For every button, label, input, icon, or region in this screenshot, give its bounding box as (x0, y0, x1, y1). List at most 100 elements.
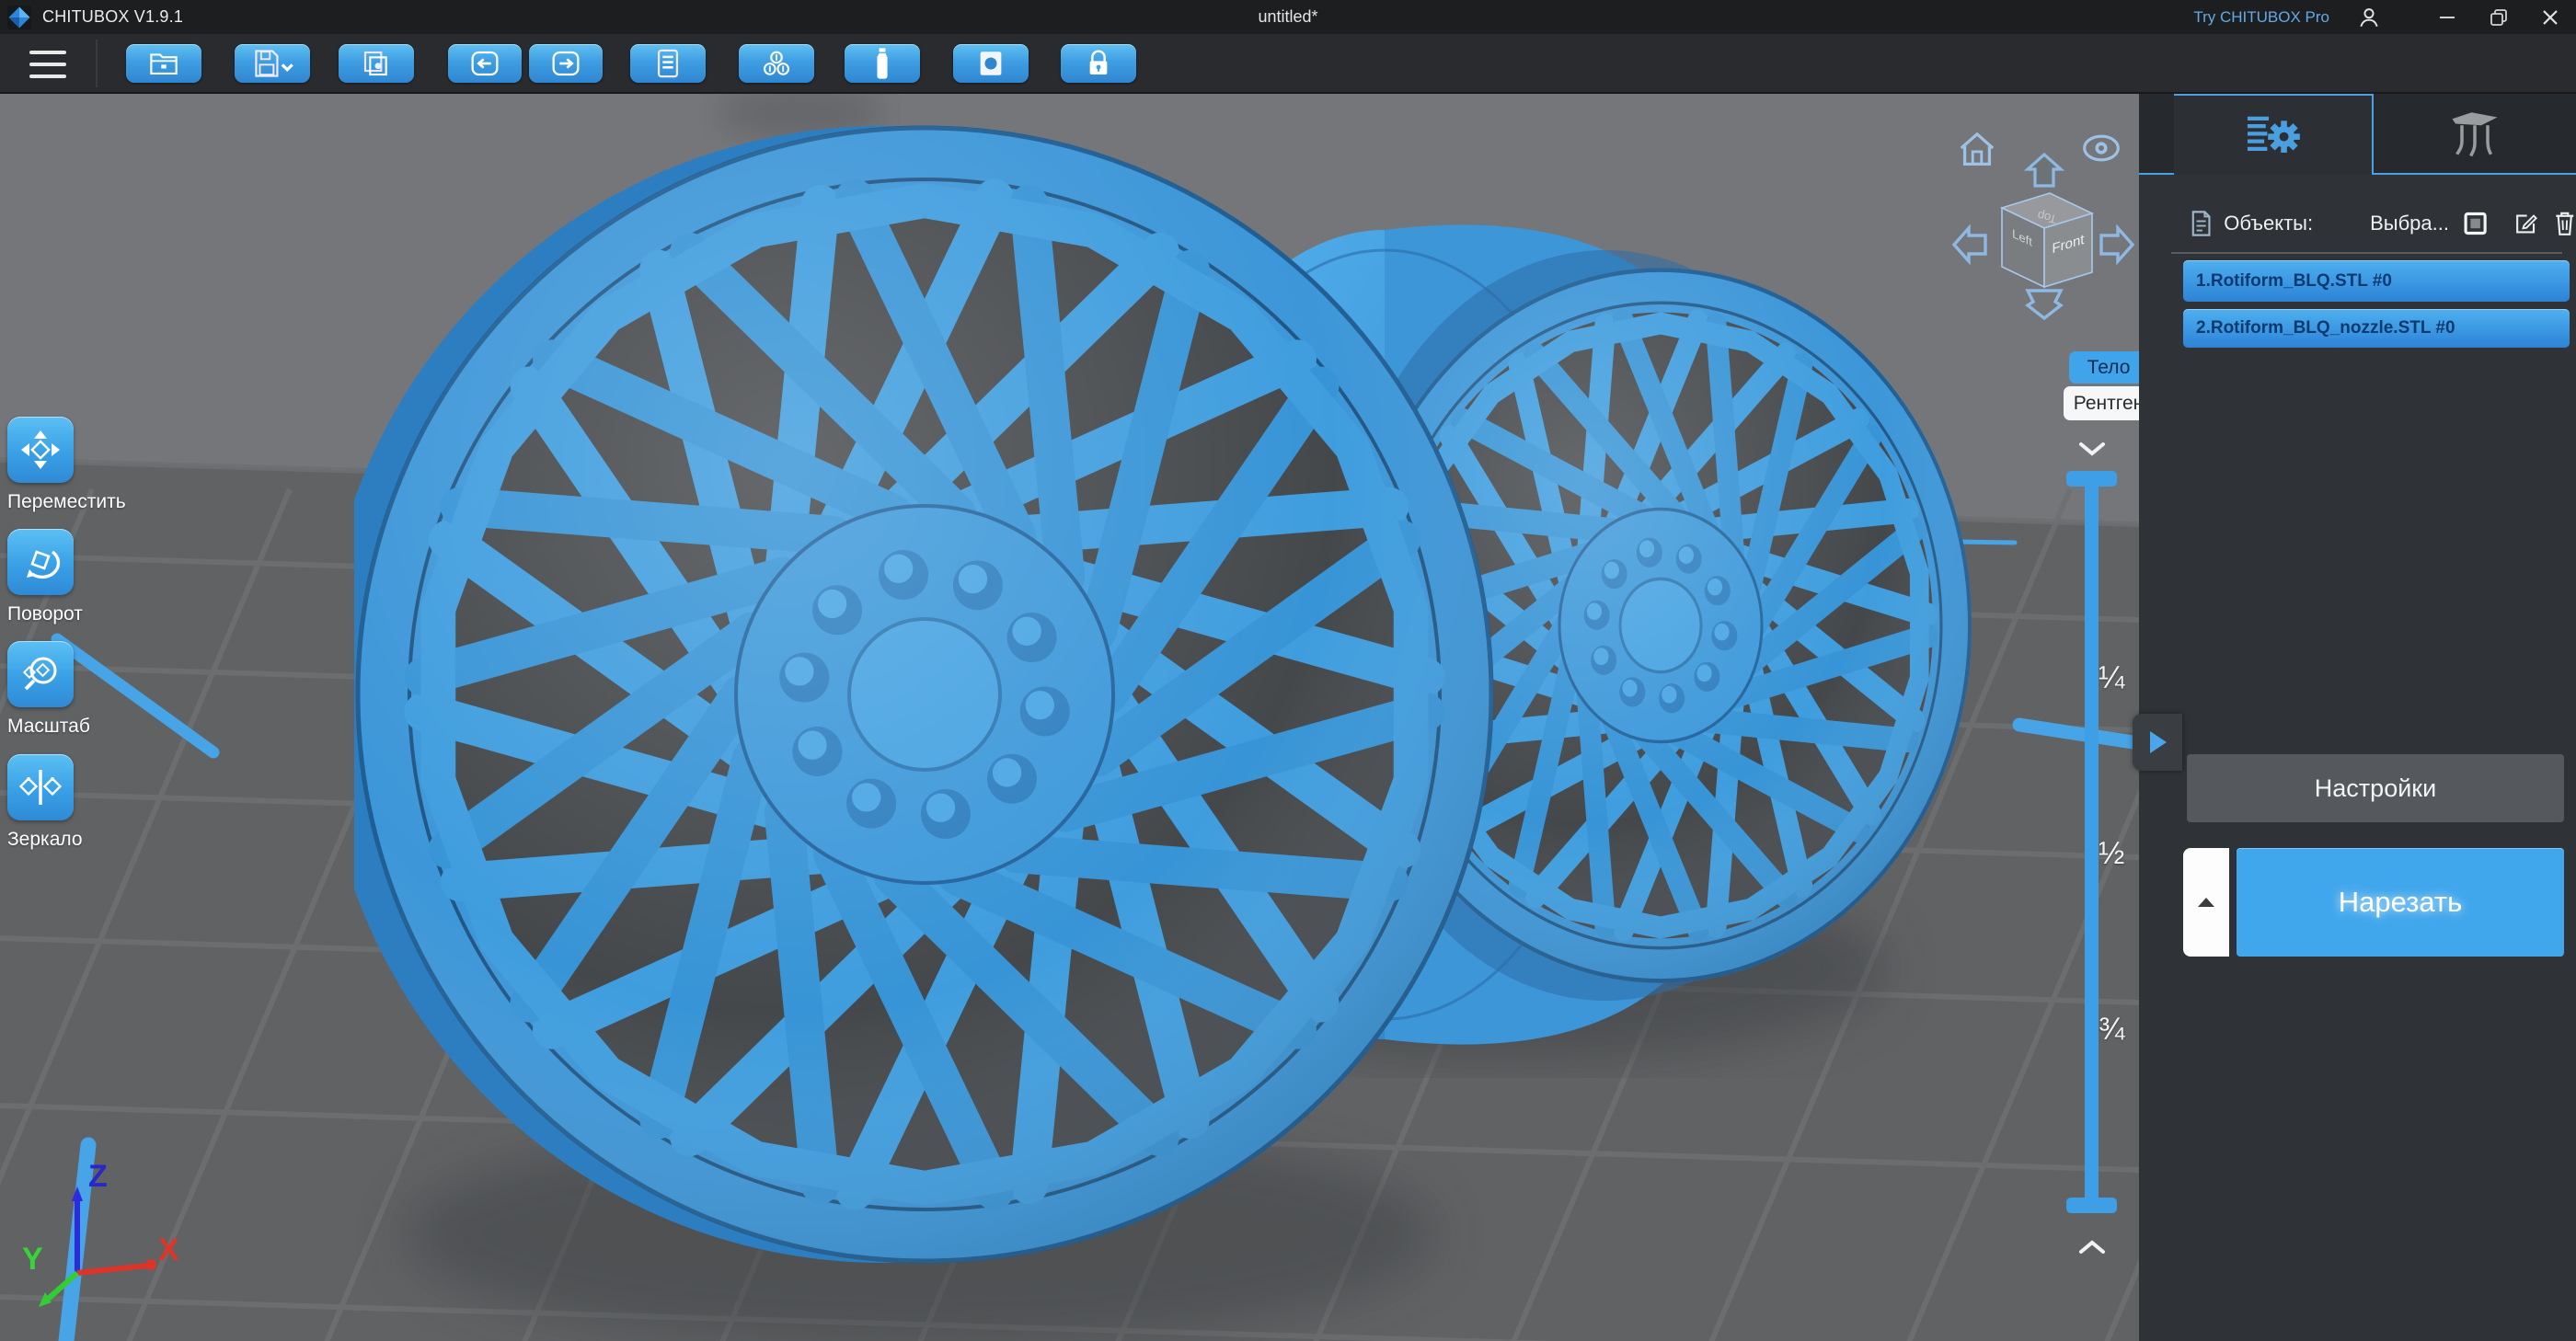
restore-button[interactable] (2473, 0, 2524, 34)
object-name: 2.Rotiform_BLQ_nozzle.STL #0 (2196, 318, 2455, 338)
slider-step-down-button[interactable] (2076, 440, 2109, 463)
chevron-down-icon (2079, 442, 2105, 456)
document-icon (2191, 211, 2211, 236)
selected-label: Выбра... (2370, 212, 2449, 235)
layer-slider-track[interactable] (2085, 480, 2099, 1209)
settings-button-label: Настройки (2314, 774, 2437, 802)
mirror-icon (19, 770, 62, 805)
rotate-tool-button[interactable] (7, 529, 74, 595)
title-bar: CHITUBOX V1.9.1 untitled* Try CHITUBOX P… (0, 0, 2576, 34)
axes-gizmo: Z Y X (22, 1161, 179, 1307)
chevron-up-icon (2079, 1240, 2105, 1254)
move-tool-button[interactable] (7, 417, 74, 483)
triangle-up-icon (2198, 898, 2214, 907)
redo-button[interactable] (529, 44, 603, 83)
mode-xray-button[interactable]: Рентген (2064, 386, 2139, 420)
file-info-icon (657, 49, 679, 78)
tool-label: Зеркало (7, 829, 83, 850)
hollow-button[interactable] (953, 44, 1029, 83)
close-icon (2543, 9, 2558, 25)
view-cube[interactable]: Top Left Front (1975, 174, 2113, 316)
slice-settings-icon (2247, 116, 2300, 153)
redo-icon (552, 51, 580, 76)
select-all-checkbox[interactable] (2464, 210, 2487, 237)
copy-button[interactable] (339, 44, 414, 83)
trash-icon[interactable] (2554, 209, 2576, 238)
triangle-right-icon (2150, 731, 2167, 753)
home-icon (1960, 132, 1995, 166)
document-title: untitled* (1258, 7, 1318, 26)
rail-mirror: Зеркало (7, 754, 145, 851)
chitubox-window: CHITUBOX V1.9.1 untitled* Try CHITUBOX P… (0, 0, 2576, 1341)
rail-rotate: Поворот (7, 529, 145, 625)
minimize-button[interactable] (2421, 0, 2473, 34)
viewport-3d[interactable]: Переместить Поворот Масштаб Зеркало Top … (0, 94, 2139, 1341)
main-toolbar (0, 34, 2576, 94)
slice-expand-button[interactable] (2183, 848, 2229, 957)
rotate-icon (27, 550, 61, 579)
save-icon (255, 50, 293, 77)
slice-button[interactable]: Нарезать (2237, 848, 2564, 957)
tabbar-spacer (2139, 94, 2174, 175)
panel-collapse-button[interactable] (2133, 714, 2182, 771)
slider-step-up-button[interactable] (2076, 1238, 2109, 1261)
edit-icon[interactable] (2514, 210, 2538, 237)
tab-slice-settings[interactable] (2174, 94, 2374, 175)
open-folder-icon (150, 53, 178, 74)
y-axis-label: Y (22, 1242, 43, 1277)
open-file-button[interactable] (126, 44, 201, 83)
z-axis-label: Z (88, 1161, 108, 1194)
object-list-item[interactable]: 2.Rotiform_BLQ_nozzle.STL #0 (2183, 309, 2570, 348)
view-cube-gizmo: Top Left Front (1999, 192, 2095, 289)
minimize-icon (2440, 16, 2455, 18)
x-axis-label: X (158, 1232, 179, 1267)
mirror-tool-button[interactable] (7, 754, 74, 820)
settings-button[interactable]: Настройки (2187, 754, 2564, 822)
menu-button[interactable] (29, 51, 66, 78)
tool-label: Поворот (7, 603, 83, 625)
rail-move: Переместить (7, 417, 145, 513)
rail-scale: Масштаб (7, 641, 145, 738)
display-mode-switch: Тело Рентген (2063, 351, 2139, 420)
fraction-half: ½ (2099, 836, 2125, 871)
chitubox-logo-icon (7, 5, 31, 29)
lock-icon (1089, 50, 1108, 74)
close-button[interactable] (2524, 0, 2576, 34)
undo-icon (471, 51, 499, 76)
objects-label: Объекты: (2224, 212, 2314, 235)
copy-icon (363, 51, 387, 76)
lock-button[interactable] (1061, 44, 1136, 83)
panel-tabbar (2139, 94, 2576, 175)
model-rotiform-blq[interactable] (354, 124, 1495, 1265)
object-list-item[interactable]: 1.Rotiform_BLQ.STL #0 (2183, 260, 2570, 302)
right-panel: Объекты: Выбра... 1.Rotiform_BLQ.STL #0 … (2139, 94, 2576, 1341)
fraction-quarter: ¼ (2099, 660, 2125, 695)
user-account-button[interactable] (2353, 2, 2385, 33)
tool-label: Переместить (7, 491, 126, 512)
resin-bottle-icon (877, 48, 888, 79)
toolbar-divider (96, 40, 98, 87)
undo-button[interactable] (448, 44, 522, 83)
restore-icon (2490, 8, 2507, 26)
home-view-button[interactable] (1956, 129, 1998, 176)
file-info-button[interactable] (630, 44, 706, 83)
save-button[interactable] (235, 44, 310, 83)
resin-bottle-button[interactable] (845, 44, 920, 83)
auto-layout-button[interactable] (739, 44, 814, 83)
try-chitubox-pro-link[interactable]: Try CHITUBOX Pro (2193, 8, 2329, 27)
scale-tool-button[interactable] (7, 641, 74, 707)
tool-label: Масштаб (7, 716, 90, 737)
objects-divider (2171, 252, 2562, 254)
scale-icon (22, 657, 57, 691)
slice-button-label: Нарезать (2338, 886, 2463, 918)
perspective-toggle-button[interactable] (2081, 132, 2122, 168)
mode-body-button[interactable]: Тело (2069, 351, 2139, 384)
slider-handle-bottom[interactable] (2066, 1198, 2117, 1213)
slice-row: Нарезать (2183, 848, 2564, 957)
supports-icon (2452, 112, 2498, 157)
fraction-three-quarter: ¾ (2099, 1012, 2125, 1047)
move-icon (21, 430, 60, 469)
tab-supports[interactable] (2374, 94, 2576, 175)
auto-layout-icon (764, 51, 789, 75)
object-name: 1.Rotiform_BLQ.STL #0 (2196, 270, 2392, 291)
